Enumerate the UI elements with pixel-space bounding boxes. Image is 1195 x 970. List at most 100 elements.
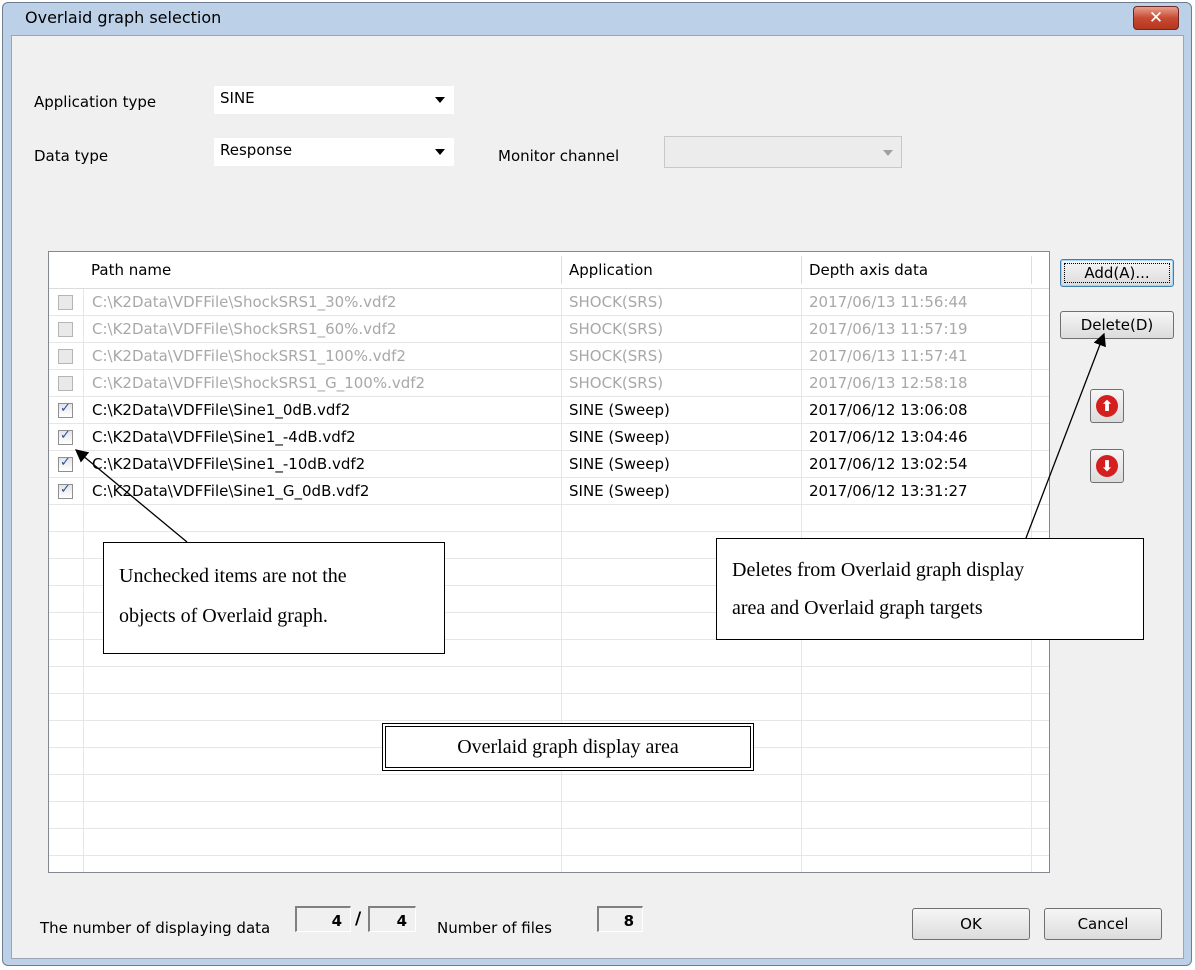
chevron-down-icon	[883, 150, 893, 156]
delete-callout: Deletes from Overlaid graph display area…	[716, 538, 1144, 640]
column-header-application[interactable]: Application	[561, 252, 653, 288]
grid-line	[49, 855, 1049, 856]
delete-button-label: Delete(D)	[1080, 316, 1154, 334]
displaying-count-field: 4	[295, 906, 351, 932]
data-type-label: Data type	[34, 147, 109, 165]
cell-application: SHOCK(SRS)	[569, 374, 664, 392]
column-header-depth[interactable]: Depth axis data	[801, 252, 928, 288]
cell-path: C:\K2Data\VDFFile\Sine1_-4dB.vdf2	[92, 428, 356, 446]
callout-text: Unchecked items are not the	[119, 565, 347, 587]
displaying-data-label: The number of displaying data	[40, 919, 271, 937]
unchecked-items-callout: Unchecked items are not the objects of O…	[103, 542, 445, 654]
cell-depth: 2017/06/13 12:58:18	[809, 374, 968, 392]
table-row[interactable]: ✓ C:\K2Data\VDFFile\Sine1_G_0dB.vdf2 SINE …	[49, 478, 1049, 505]
cell-application: SINE (Sweep)	[569, 455, 670, 473]
table-row[interactable]: ✓ C:\K2Data\VDFFile\Sine1_0dB.vdf2 SINE (S…	[49, 397, 1049, 424]
cancel-button-label: Cancel	[1077, 915, 1129, 933]
header-separator	[1031, 256, 1032, 284]
dialog-window: Overlaid graph selection ✕ Application t…	[2, 2, 1192, 966]
check-icon: ✓	[60, 401, 71, 416]
move-down-button[interactable]: ⬇	[1090, 449, 1124, 483]
window-title: Overlaid graph selection	[25, 8, 222, 27]
close-icon: ✕	[1148, 8, 1164, 28]
check-icon: ✓	[60, 428, 71, 443]
grid-line	[49, 720, 1049, 721]
cell-depth: 2017/06/13 11:57:19	[809, 320, 968, 338]
focus-ring	[1064, 263, 1170, 283]
ok-button[interactable]: OK	[912, 908, 1030, 940]
row-checkbox[interactable]	[58, 376, 73, 391]
cell-path: C:\K2Data\VDFFile\Sine1_-10dB.vdf2	[92, 455, 366, 473]
close-button[interactable]: ✕	[1133, 6, 1179, 30]
chevron-down-icon	[435, 149, 445, 155]
row-checkbox[interactable]: ✓	[58, 482, 73, 499]
row-checkbox[interactable]: ✓	[58, 455, 73, 472]
cell-depth: 2017/06/12 13:06:08	[809, 401, 968, 419]
column-header-path[interactable]: Path name	[83, 252, 171, 288]
number-of-files-label: Number of files	[437, 919, 552, 937]
table-row[interactable]: C:\K2Data\VDFFile\ShockSRS1_30%.vdf2 SHOC…	[49, 289, 1049, 316]
callout-text: objects of Overlaid graph.	[119, 605, 328, 627]
row-checkbox[interactable]: ✓	[58, 401, 73, 418]
cell-application: SINE (Sweep)	[569, 428, 670, 446]
cell-depth: 2017/06/12 13:31:27	[809, 482, 968, 500]
row-checkbox[interactable]: ✓	[58, 428, 73, 445]
table-row[interactable]: C:\K2Data\VDFFile\ShockSRS1_G_100%.vdf2 S…	[49, 370, 1049, 397]
table-row[interactable]: ✓ C:\K2Data\VDFFile\Sine1_-4dB.vdf2 SINE (…	[49, 424, 1049, 451]
cell-path: C:\K2Data\VDFFile\Sine1_G_0dB.vdf2	[92, 482, 370, 500]
add-button[interactable]: Add(A)...	[1060, 259, 1174, 287]
move-up-button[interactable]: ⬆	[1090, 389, 1124, 423]
grid-line	[49, 801, 1049, 802]
cell-depth: 2017/06/13 11:57:41	[809, 347, 968, 365]
data-type-select[interactable]: Response	[214, 138, 454, 166]
row-checkbox[interactable]	[58, 322, 73, 337]
table-row[interactable]: C:\K2Data\VDFFile\ShockSRS1_60%.vdf2 SHOC…	[49, 316, 1049, 343]
cell-path: C:\K2Data\VDFFile\ShockSRS1_30%.vdf2	[92, 293, 397, 311]
list-header: Path name Application Depth axis data	[49, 252, 1049, 289]
count-separator: /	[355, 909, 362, 929]
cell-depth: 2017/06/13 11:56:44	[809, 293, 968, 311]
application-type-value: SINE	[220, 89, 255, 107]
grid-line	[49, 828, 1049, 829]
row-checkbox[interactable]	[58, 349, 73, 364]
cell-path: C:\K2Data\VDFFile\Sine1_0dB.vdf2	[92, 401, 351, 419]
displaying-total-field: 4	[368, 906, 416, 932]
cell-depth: 2017/06/12 13:04:46	[809, 428, 968, 446]
cancel-button[interactable]: Cancel	[1044, 908, 1162, 940]
application-type-select[interactable]: SINE	[214, 86, 454, 114]
cell-application: SHOCK(SRS)	[569, 347, 664, 365]
cell-application: SINE (Sweep)	[569, 401, 670, 419]
check-icon: ✓	[60, 482, 71, 497]
data-type-value: Response	[220, 141, 293, 159]
title-bar[interactable]: Overlaid graph selection ✕	[3, 3, 1191, 35]
monitor-channel-select[interactable]	[664, 136, 902, 168]
cell-application: SHOCK(SRS)	[569, 293, 664, 311]
arrow-up-icon: ⬆	[1096, 395, 1118, 417]
ok-button-label: OK	[960, 915, 982, 933]
row-checkbox[interactable]	[58, 295, 73, 310]
check-icon: ✓	[60, 455, 71, 470]
application-type-label: Application type	[34, 93, 157, 111]
dialog-body: Application type SINE Data type Response…	[11, 35, 1184, 959]
grid-line	[49, 774, 1049, 775]
table-row[interactable]: ✓ C:\K2Data\VDFFile\Sine1_-10dB.vdf2 SINE …	[49, 451, 1049, 478]
cell-application: SINE (Sweep)	[569, 482, 670, 500]
callout-text: Deletes from Overlaid graph display	[732, 559, 1025, 581]
chevron-down-icon	[435, 97, 445, 103]
number-of-files-field: 8	[597, 906, 643, 932]
cell-application: SHOCK(SRS)	[569, 320, 664, 338]
cell-path: C:\K2Data\VDFFile\ShockSRS1_100%.vdf2	[92, 347, 406, 365]
delete-button[interactable]: Delete(D)	[1060, 311, 1174, 339]
cell-path: C:\K2Data\VDFFile\ShockSRS1_G_100%.vdf2	[92, 374, 426, 392]
monitor-channel-label: Monitor channel	[498, 147, 620, 165]
cell-path: C:\K2Data\VDFFile\ShockSRS1_60%.vdf2	[92, 320, 397, 338]
table-row[interactable]: C:\K2Data\VDFFile\ShockSRS1_100%.vdf2 SHO…	[49, 343, 1049, 370]
arrow-down-icon: ⬇	[1096, 455, 1118, 477]
grid-line	[49, 666, 1049, 667]
grid-line	[49, 693, 1049, 694]
grid-line	[49, 531, 1049, 532]
display-area-callout: Overlaid graph display area	[382, 723, 754, 771]
cell-depth: 2017/06/12 13:02:54	[809, 455, 968, 473]
callout-text: Overlaid graph display area	[457, 736, 679, 758]
callout-text: area and Overlaid graph targets	[732, 597, 983, 619]
